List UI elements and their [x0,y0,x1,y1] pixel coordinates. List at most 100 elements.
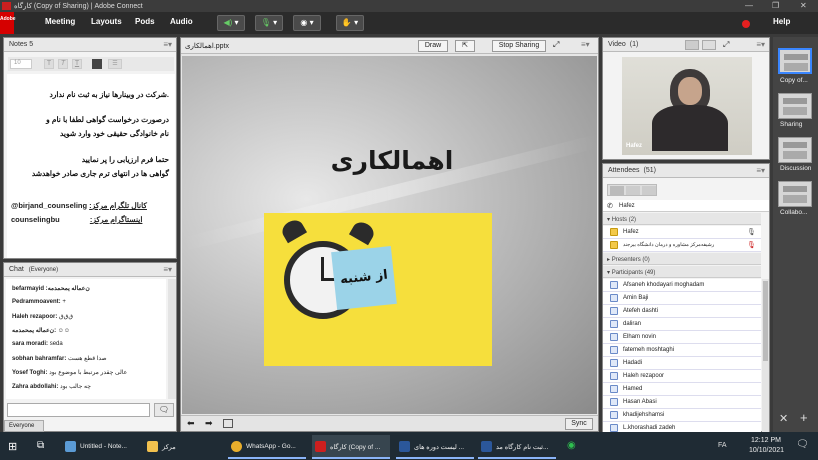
attendee-row[interactable]: Amin Baji [603,292,761,305]
speaker-button[interactable]: ◀) ▾ [217,15,245,31]
bold-icon[interactable]: T [44,59,54,69]
taskbar-item[interactable]: لیست دوره های ... [396,435,474,459]
chat-input[interactable] [7,403,150,417]
instagram-line: counselingbu :اینستاگرام مرکز [11,215,173,224]
pod-menu-icon[interactable]: ≡▾ [163,40,172,49]
notes-body[interactable]: .شرکت در وبینارها نیاز به ثبت نام ندارد … [7,74,175,258]
windows-start-icon[interactable]: ⊞ [8,440,17,453]
participants-section[interactable]: ▾ Participants (49) [603,266,761,278]
share-header: اهمالکاری.pptx Draw ⇱ Stop Sharing ⤢ ≡▾ [181,38,598,54]
taskbar-item[interactable]: کارگاه (Copy of ... [312,435,390,459]
my-status-row[interactable]: ✆ Hafez [603,200,769,212]
attendee-row[interactable]: رشیفه‌مرکز مشاوره و درمان دانشگاه بیرجند… [603,239,761,252]
draw-button[interactable]: Draw [418,40,448,52]
webcam-button[interactable]: ◉ ▾ [293,15,321,31]
minimize-icon[interactable]: — [745,1,753,10]
chat-scrollbar[interactable] [168,279,176,399]
attendee-row[interactable]: Hafez 🎙 [603,226,761,239]
my-name: Hafez [619,203,635,209]
status-view-icon[interactable] [626,186,640,195]
slide-canvas: اهمالکاری از شنبه [182,56,597,414]
taskbar-item[interactable]: مرکز [144,435,214,459]
window-title-bar: کارگاه (Copy of Sharing) | Adobe Connect… [0,0,818,12]
next-slide-icon[interactable]: ➡ [205,418,213,429]
taskbar-item[interactable]: WhatsApp - Go... [228,435,306,459]
hand-icon: ✋ [341,18,352,27]
notes-line: حتما فرم ارزیابی را پر نمایید [81,155,169,164]
text-color-icon[interactable] [92,59,102,69]
attendee-row[interactable]: Haleh rezapoor [603,370,761,383]
clock-date[interactable]: 10/10/2021 [749,447,784,454]
maximize-icon[interactable]: ❐ [772,1,779,10]
presenters-section[interactable]: ▸ Presenters (0) [603,253,761,265]
menu-meeting[interactable]: Meeting [45,17,75,26]
fullscreen-icon[interactable]: ⤢ [723,40,729,50]
task-view-icon[interactable]: ⧉ [37,440,44,451]
attendee-row[interactable]: Hasan Abasi [603,396,761,409]
whatsapp-icon[interactable]: ◉ [567,440,576,451]
video-participant-name: Hafez [626,143,643,149]
bullet-list-icon[interactable]: ☰ [108,59,122,69]
list-view-icon[interactable] [610,186,624,195]
attendee-row[interactable]: daliran [603,318,761,331]
menu-layouts[interactable]: Layouts [91,17,122,26]
menu-audio[interactable]: Audio [170,17,193,26]
attendee-row[interactable]: Hamed [603,383,761,396]
video-title: Video [608,41,626,48]
add-layout-icon[interactable]: + [800,410,808,425]
user-icon [610,281,618,289]
pod-menu-icon[interactable]: ≡▾ [756,166,765,175]
hosts-section[interactable]: ▾ Hosts (2) [603,213,761,225]
italic-icon[interactable]: T [58,59,68,69]
taskbar-item[interactable]: ثبت نام کارگاه مد... [478,435,556,459]
menu-pods[interactable]: Pods [135,17,155,26]
notification-icon[interactable]: 🗨 [796,439,809,450]
word-icon [399,441,410,452]
grid-view-icon[interactable] [685,40,699,50]
font-size-select[interactable]: 10 [10,59,32,69]
attendee-row[interactable]: Elham novin [603,331,761,344]
adobe-connect-icon [315,441,326,452]
window-title: کارگاه (Copy of Sharing) | Adobe Connect [14,3,143,10]
stop-sharing-button[interactable]: Stop Sharing [492,40,546,52]
menu-help[interactable]: Help [773,17,790,26]
pod-menu-icon[interactable]: ≡▾ [756,40,765,49]
attendee-row[interactable]: Atefeh dashti [603,305,761,318]
slide-panel-icon[interactable] [223,419,233,428]
taskbar-item[interactable]: Untitled - Note... [62,435,140,459]
layout-thumb-copy[interactable] [778,48,812,74]
pod-menu-icon[interactable]: ≡▾ [163,265,172,274]
attendee-row[interactable]: fatemeh moshtaghi [603,344,761,357]
notes-line: .شرکت در وبینارها نیاز به ثبت نام ندارد [49,90,169,99]
microphone-muted-icon: 🎙 [747,242,756,249]
chat-message: Haleh rezapoor: ق‌ق‌ق [12,314,73,320]
tools-icon[interactable]: ✕ [779,412,788,425]
layout-thumb-collaboration[interactable] [778,181,812,207]
pointer-icon[interactable]: ⇱ [455,40,475,52]
sync-button[interactable]: Sync [565,418,593,430]
breakout-icon[interactable] [642,186,656,195]
fullscreen-icon[interactable]: ⤢ [553,40,559,50]
filmstrip-view-icon[interactable] [702,40,716,50]
send-button[interactable]: 🗨 [154,403,174,417]
layout-thumb-sharing[interactable] [778,93,812,119]
chat-recipient-tab[interactable]: Everyone [4,420,44,432]
recording-icon[interactable] [742,20,750,28]
attendee-row[interactable]: Hadadi [603,357,761,370]
share-pod: اهمالکاری.pptx Draw ⇱ Stop Sharing ⤢ ≡▾ … [180,37,599,432]
attendee-row[interactable]: Afsaneh khodayari moghadam [603,279,761,292]
menu-bar [0,12,818,34]
attendee-row[interactable]: khadijehshamsi [603,409,761,422]
attendees-scrollbar[interactable] [762,279,769,432]
raise-hand-button[interactable]: ✋ ▾ [336,15,364,31]
prev-slide-icon[interactable]: ⬅ [187,418,195,429]
host-icon [610,241,618,249]
clock-time[interactable]: 12:12 PM [751,437,781,444]
language-indicator[interactable]: FA [718,442,727,449]
layout-thumb-discussion[interactable] [778,137,812,163]
attendee-row[interactable]: L.khorashadi zadeh [603,422,761,432]
pod-menu-icon[interactable]: ≡▾ [581,40,590,49]
underline-icon[interactable]: T [72,59,82,69]
microphone-button[interactable]: 🎙 ▾ [255,15,283,31]
close-icon[interactable]: ✕ [800,1,807,10]
